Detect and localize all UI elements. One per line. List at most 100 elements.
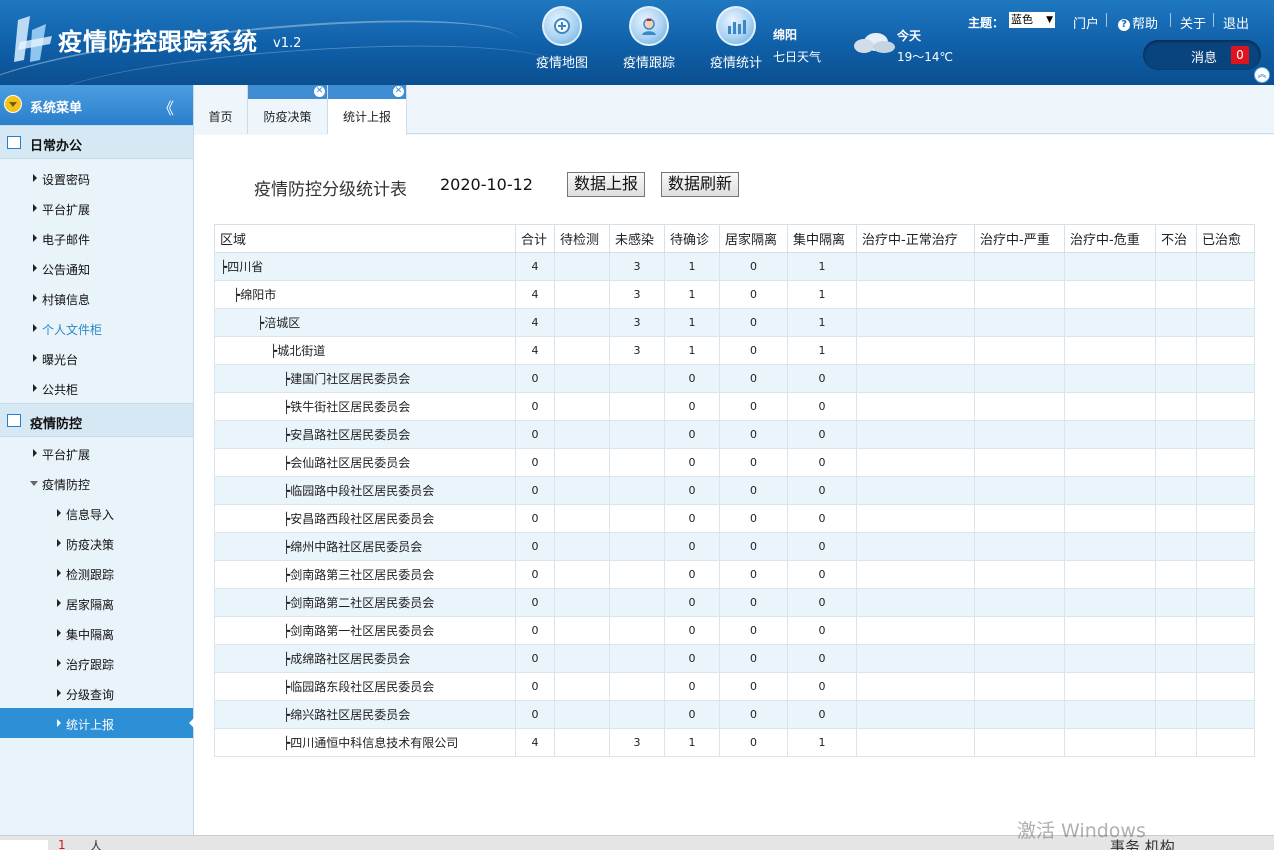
nav-epidemic-stats[interactable]: 疫情统计 xyxy=(696,6,776,72)
sidebar-item-central-quarantine[interactable]: 集中隔离 xyxy=(0,618,193,648)
seven-day-weather-link[interactable]: 七日天气 xyxy=(773,48,821,65)
table-row[interactable]: ┝剑南路第二社区居民委员会 0 0 0 0 xyxy=(214,588,1255,617)
nav-epidemic-map[interactable]: 疫情地图 xyxy=(522,6,602,72)
sidebar-item-label: 平台扩展 xyxy=(42,203,91,217)
doctor-icon xyxy=(629,6,669,46)
message-button[interactable]: 消息 0 xyxy=(1143,40,1261,70)
count-cell xyxy=(974,672,1065,701)
table-row[interactable]: ┝临园路东段社区居民委员会 0 0 0 0 xyxy=(214,672,1255,701)
count-cell xyxy=(554,308,610,337)
sidebar-item-home-quarantine[interactable]: 居家隔离 xyxy=(0,588,193,618)
count-cell xyxy=(974,504,1065,533)
tab-home[interactable]: 首页 xyxy=(194,85,248,134)
table-row[interactable]: ┝城北街道 4 3 1 0 1 xyxy=(214,336,1255,365)
sidebar-item-exposure[interactable]: 曝光台 xyxy=(0,343,193,373)
count-cell: 4 xyxy=(515,280,555,309)
sidebar-item-public-cabinet[interactable]: 公共柜 xyxy=(0,373,193,403)
sidebar-item-email[interactable]: 电子邮件 xyxy=(0,223,193,253)
table-row[interactable]: ┝四川通恒中科信息技术有限公司 4 3 1 0 1 xyxy=(214,728,1255,757)
caret-right-icon xyxy=(57,599,61,607)
sidebar-item-epidemic-control[interactable]: 疫情防控 xyxy=(0,468,193,498)
portal-link[interactable]: 门户 xyxy=(1073,13,1099,32)
close-icon[interactable]: ✕ xyxy=(393,86,404,97)
caret-right-icon xyxy=(33,384,37,392)
count-cell xyxy=(974,308,1065,337)
collapse-sidebar-icon[interactable]: 《 xyxy=(158,95,174,119)
table-row[interactable]: ┝剑南路第一社区居民委员会 0 0 0 0 xyxy=(214,616,1255,645)
sidebar-item-grade-query[interactable]: 分级查询 xyxy=(0,678,193,708)
tab-prevention-decision[interactable]: ✕ 防疫决策 xyxy=(248,85,328,134)
table-row[interactable]: ┝剑南路第三社区居民委员会 0 0 0 0 xyxy=(214,560,1255,589)
count-cell xyxy=(1155,336,1197,365)
count-cell xyxy=(974,700,1065,729)
caret-right-icon xyxy=(33,449,37,457)
table-row[interactable]: ┝成绵路社区居民委员会 0 0 0 0 xyxy=(214,644,1255,673)
count-cell xyxy=(554,672,610,701)
collapse-header-icon[interactable]: ︽ xyxy=(1254,67,1270,83)
sidebar-item-info-import[interactable]: 信息导入 xyxy=(0,498,193,528)
count-cell: 0 xyxy=(787,644,857,673)
data-upload-button[interactable]: 数据上报 xyxy=(567,172,646,197)
area-cell: ┝剑南路第三社区居民委员会 xyxy=(214,560,516,589)
table-row[interactable]: ┝会仙路社区居民委员会 0 0 0 0 xyxy=(214,448,1255,477)
table-row[interactable]: ┝铁牛街社区居民委员会 0 0 0 0 xyxy=(214,392,1255,421)
nav-epidemic-tracking[interactable]: 疫情跟踪 xyxy=(609,6,689,72)
logout-link[interactable]: 退出 xyxy=(1223,13,1249,32)
close-icon[interactable]: ✕ xyxy=(314,86,325,97)
bar-chart-icon xyxy=(716,6,756,46)
count-cell xyxy=(856,700,975,729)
table-row[interactable]: ┝四川省 4 3 1 0 1 xyxy=(214,252,1255,281)
column-header: 集中隔离 xyxy=(787,224,857,253)
sidebar-item-label: 村镇信息 xyxy=(42,293,91,307)
sidebar-group-epidemic[interactable]: 疫情防控 xyxy=(0,403,193,437)
sidebar-item-treatment-tracking[interactable]: 治疗跟踪 xyxy=(0,648,193,678)
table-row[interactable]: ┝绵州中路社区居民委员会 0 0 0 0 xyxy=(214,532,1255,561)
table-row[interactable]: ┝建国门社区居民委员会 0 0 0 0 xyxy=(214,364,1255,393)
count-cell: 0 xyxy=(719,588,788,617)
theme-select[interactable]: 蓝色 ▼ xyxy=(1009,12,1055,28)
sidebar-group-office[interactable]: 日常办公 xyxy=(0,125,193,159)
count-cell: 0 xyxy=(787,364,857,393)
sidebar-item-set-password[interactable]: 设置密码 xyxy=(0,163,193,193)
sidebar-item-village-info[interactable]: 村镇信息 xyxy=(0,283,193,313)
sidebar-item-personal-files[interactable]: 个人文件柜 xyxy=(0,313,193,343)
tab-label: 首页 xyxy=(208,110,233,124)
help-link[interactable]: ? 帮助 xyxy=(1118,13,1158,32)
count-cell xyxy=(1064,616,1156,645)
table-row[interactable]: ┝安昌路社区居民委员会 0 0 0 0 xyxy=(214,420,1255,449)
table-row[interactable]: ┝临园路中段社区居民委员会 0 0 0 0 xyxy=(214,476,1255,505)
sidebar-item-platform-ext[interactable]: 平台扩展 xyxy=(0,193,193,223)
tab-stats-report[interactable]: ✕ 统计上报 xyxy=(328,85,407,135)
count-cell xyxy=(1064,560,1156,589)
sidebar-item-prevention-decision[interactable]: 防疫决策 xyxy=(0,528,193,558)
count-cell: 1 xyxy=(664,308,720,337)
count-cell xyxy=(1196,280,1255,309)
count-cell xyxy=(1196,364,1255,393)
count-cell xyxy=(609,392,665,421)
table-row[interactable]: ┝涪城区 4 3 1 0 1 xyxy=(214,308,1255,337)
data-refresh-button[interactable]: 数据刷新 xyxy=(661,172,740,197)
sidebar-item-test-tracking[interactable]: 检测跟踪 xyxy=(0,558,193,588)
about-link[interactable]: 关于 xyxy=(1180,13,1206,32)
count-cell xyxy=(856,588,975,617)
count-cell xyxy=(609,476,665,505)
count-cell: 3 xyxy=(609,308,665,337)
count-cell: 0 xyxy=(787,532,857,561)
count-cell: 0 xyxy=(787,700,857,729)
table-row[interactable]: ┝绵兴路社区居民委员会 0 0 0 0 xyxy=(214,700,1255,729)
table-row[interactable]: ┝安昌路西段社区居民委员会 0 0 0 0 xyxy=(214,504,1255,533)
count-cell xyxy=(1064,448,1156,477)
caret-right-icon xyxy=(33,264,37,272)
table-row[interactable]: ┝绵阳市 4 3 1 0 1 xyxy=(214,280,1255,309)
count-cell: 0 xyxy=(664,364,720,393)
weather-city: 绵阳 xyxy=(773,28,798,42)
count-cell xyxy=(856,392,975,421)
count-cell xyxy=(1196,476,1255,505)
list-icon xyxy=(7,136,21,149)
sidebar-item-platform-ext-2[interactable]: 平台扩展 xyxy=(0,438,193,468)
area-cell: ┝临园路东段社区居民委员会 xyxy=(214,672,516,701)
sidebar-item-notice[interactable]: 公告通知 xyxy=(0,253,193,283)
column-header: 治疗中-危重 xyxy=(1064,224,1156,253)
sidebar-item-stats-report[interactable]: 统计上报 xyxy=(0,708,194,738)
count-cell: 0 xyxy=(664,504,720,533)
